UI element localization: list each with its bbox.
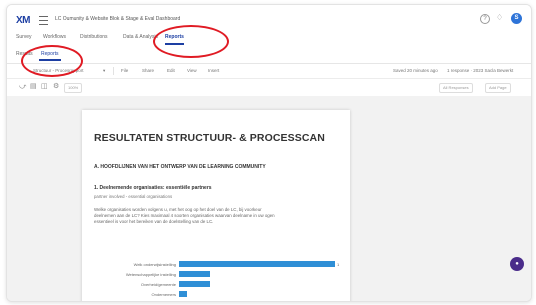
format-toolbar: ⤻ ▤ ◫ ⚙ 100% All Responses Add Page (7, 79, 531, 95)
tab-survey[interactable]: Survey (16, 34, 32, 40)
zoom-select[interactable]: 100% (64, 83, 83, 93)
filter-select[interactable]: All Responses (439, 83, 473, 93)
tab-distributions[interactable]: Distributions (80, 34, 108, 40)
report-canvas: RESULTATEN STRUCTUUR- & PROCESSCAN A. HO… (7, 96, 531, 301)
toolbar-divider (113, 67, 114, 75)
chart-bar (179, 271, 211, 277)
page-icon[interactable]: ▤ (30, 83, 37, 91)
bar-chart: Welk onderwijsinstelling 1 Wetenschappelij… (94, 261, 344, 301)
bar-category-label: Welk onderwijsinstelling (133, 262, 176, 267)
bell-icon[interactable]: ♢ (496, 14, 503, 22)
bar-category-label: Wetenschappelijke instelling (125, 272, 176, 277)
bar-category-label: Overheid/gemeente (140, 282, 176, 287)
tab-workflows[interactable]: Workflows (43, 34, 66, 40)
bar-category-label: Ondernemers (151, 292, 176, 297)
paragraph-line: Welke organisaties worden volgens u, met… (94, 207, 262, 212)
layout-icon[interactable]: ◫ (41, 83, 48, 91)
question-subtitle: partner involved - essential organisatio… (94, 194, 173, 199)
app-window: XM LC Oumunity & Website Blok & Stage & … (6, 4, 532, 302)
edit-menu[interactable]: Edit (167, 68, 175, 73)
view-menu[interactable]: View (187, 68, 197, 73)
subtab-results[interactable]: Results (16, 51, 33, 57)
subtab-reports[interactable]: Reports (39, 51, 60, 61)
top-bar: XM LC Oumunity & Website Blok & Stage & … (7, 5, 531, 33)
tab-reports[interactable]: Reports (165, 34, 184, 45)
chart-bar (179, 261, 335, 267)
chart-bar (179, 291, 187, 297)
bar-value-label: 1 (337, 262, 340, 267)
project-tabs: Survey Workflows Distributions Data & An… (7, 34, 531, 46)
question-heading: 1. Deelnemende organisaties: essentiële … (94, 185, 212, 191)
paragraph-line: essentieel is voor het bereiken van de d… (94, 219, 214, 224)
section-heading: A. HOOFDLIJNEN VAN HET ONTWERP VAN DE LE… (94, 164, 266, 170)
share-icon[interactable]: ⤻ (19, 83, 26, 91)
report-subtabs: Results Reports (7, 49, 531, 64)
tab-data-analysis[interactable]: Data & Analysis (123, 34, 158, 40)
report-title: RESULTATEN STRUCTUUR- & PROCESSCAN (94, 132, 325, 144)
chat-icon[interactable]: ● (510, 257, 524, 271)
avatar[interactable]: S (511, 13, 522, 24)
paragraph-line: deelnemen aan de LC? Kies maximaal 4 soo… (94, 213, 275, 218)
share-menu[interactable]: Share (142, 68, 154, 73)
chart-bar (179, 281, 211, 287)
response-count: 1 response · 2023 Sacla Bewerkt (447, 68, 514, 73)
report-page: RESULTATEN STRUCTUUR- & PROCESSCAN A. HO… (82, 110, 350, 301)
report-select[interactable]: Structuur - Procesrapport (33, 68, 84, 73)
report-select-chevron-icon[interactable]: ▾ (103, 68, 105, 74)
last-saved-status: Saved 20 minutes ago (393, 68, 438, 73)
settings-icon[interactable]: ⚙ (53, 83, 59, 91)
add-page-button[interactable]: Add Page (485, 83, 511, 93)
project-title[interactable]: LC Oumunity & Website Blok & Stage & Eva… (55, 16, 180, 22)
help-icon[interactable]: ? (480, 14, 490, 24)
insert-menu[interactable]: Insert (208, 68, 219, 73)
menu-icon[interactable] (39, 16, 48, 25)
file-menu[interactable]: File (121, 68, 128, 73)
app-logo[interactable]: XM (16, 15, 31, 26)
report-toolbar: Structuur - Procesrapport ▾ File Share E… (7, 64, 531, 79)
